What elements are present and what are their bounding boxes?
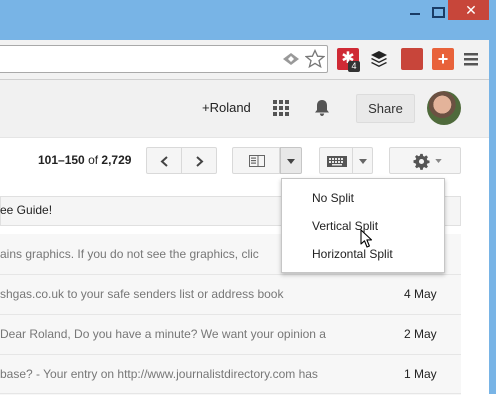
caret-down-icon <box>435 159 442 163</box>
menu-item-no-split[interactable]: No Split <box>312 191 354 205</box>
address-bar[interactable] <box>0 45 328 73</box>
split-pane-icon <box>249 155 265 167</box>
avatar[interactable] <box>427 91 461 125</box>
email-snippet: shgas.co.uk to your safe senders list or… <box>0 287 284 301</box>
newer-page-button[interactable] <box>181 147 217 174</box>
translate-icon[interactable] <box>281 51 303 67</box>
chrome-menu-icon[interactable] <box>463 50 479 68</box>
email-snippet: base? - Your entry on http://www.journal… <box>0 367 318 381</box>
email-snippet: Dear Roland, Do you have a minute? We wa… <box>0 327 326 341</box>
window-frame-right <box>489 0 496 394</box>
close-window-button[interactable]: ✕ <box>448 0 494 20</box>
keyboard-icon <box>327 156 347 167</box>
chevron-right-icon <box>196 156 204 167</box>
notifications-bell-icon[interactable] <box>313 99 331 117</box>
input-tools-button[interactable] <box>319 147 353 174</box>
google-plus-user-link[interactable]: +Roland <box>202 100 251 115</box>
book-extension-icon[interactable] <box>401 48 423 70</box>
page-range: 101–150 <box>38 153 85 167</box>
input-tools-dropdown-button[interactable] <box>352 147 373 174</box>
mouse-cursor-icon <box>360 229 373 248</box>
apps-grid-icon[interactable] <box>273 100 289 116</box>
lastpass-badge: 4 <box>348 61 360 72</box>
caret-down-icon <box>359 159 367 164</box>
caret-down-icon <box>287 159 295 164</box>
pagination-count: 101–150 of 2,729 <box>38 153 131 167</box>
email-date: 4 May <box>404 287 437 301</box>
close-icon: ✕ <box>465 2 477 18</box>
split-pane-dropdown-button[interactable] <box>280 147 302 174</box>
settings-button[interactable] <box>389 147 461 174</box>
page-of: of <box>88 153 99 167</box>
menu-item-horizontal-split[interactable]: Horizontal Split <box>312 247 393 261</box>
share-button[interactable]: Share <box>356 94 415 123</box>
email-date: 2 May <box>404 327 437 341</box>
buffer-stack-icon[interactable] <box>369 49 389 69</box>
page-total: 2,729 <box>101 153 132 167</box>
plus-extension-icon[interactable]: + <box>432 48 454 70</box>
maximize-icon[interactable] <box>432 5 446 21</box>
split-pane-toggle-button[interactable] <box>232 147 280 174</box>
gear-icon <box>413 153 430 170</box>
star-bookmark-icon[interactable] <box>305 49 325 69</box>
promo-banner-text: ee Guide! <box>0 203 53 217</box>
minimize-icon[interactable] <box>402 5 432 21</box>
chevron-left-icon <box>160 156 168 167</box>
email-date: 1 May <box>404 367 437 381</box>
older-page-button[interactable] <box>146 147 182 174</box>
